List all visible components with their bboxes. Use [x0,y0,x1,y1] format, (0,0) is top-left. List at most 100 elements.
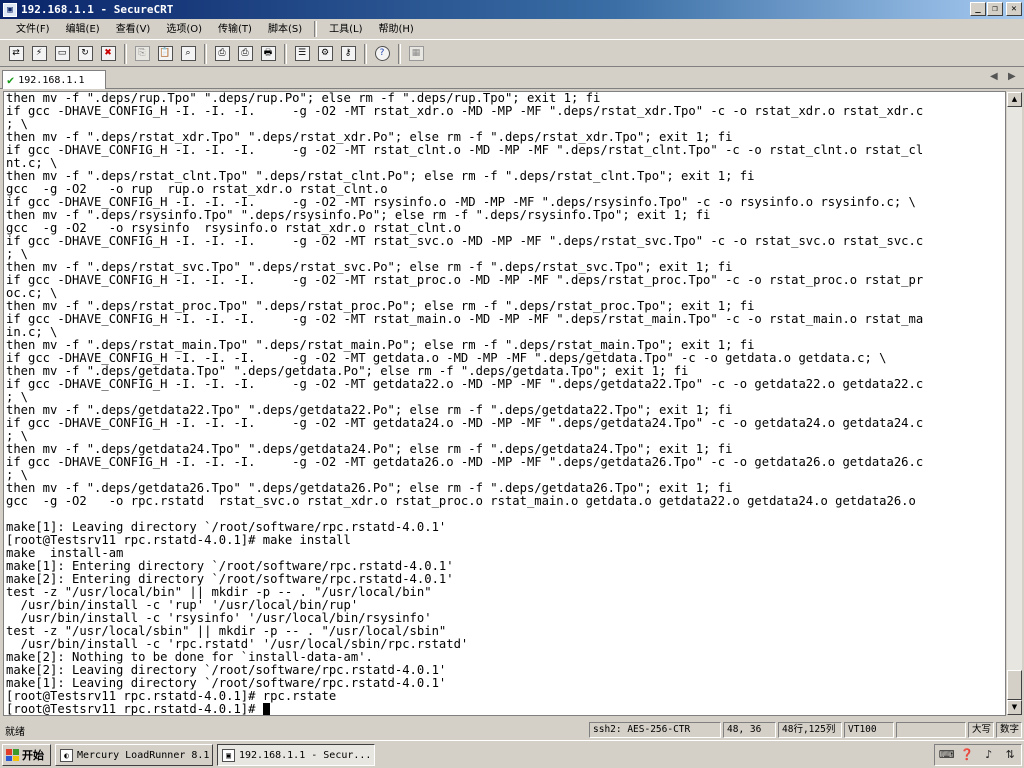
connected-check-icon: ✔ [7,73,15,87]
disconnect-button[interactable]: ✖ [98,44,118,64]
terminal-line: if gcc -DHAVE_CONFIG_H -I. -I. -I. -g -O… [6,105,924,118]
session-options-button[interactable]: ☰ [292,44,312,64]
terminal-line: then mv -f ".deps/getdata26.Tpo" ".deps/… [6,482,733,495]
quick-connect-icon: ⚡ [31,46,47,61]
keyboard-icon[interactable]: ⌨ [939,748,955,762]
terminal-line: /usr/bin/install -c 'rsysinfo' '/usr/loc… [6,612,432,625]
restore-icon[interactable]: ❐ [987,2,1003,16]
securecrt-app-icon[interactable]: ▣ [3,2,17,17]
terminal-line: [root@Testsrv11 rpc.rstatd-4.0.1]# rpc.r… [6,690,337,703]
scroll-thumb[interactable] [1007,670,1022,700]
print-selection-button[interactable]: ⎙ [235,44,255,64]
terminal-line: if gcc -DHAVE_CONFIG_H -I. -I. -I. -g -O… [6,196,916,209]
close-icon[interactable]: ✕ [1006,2,1022,16]
taskbar-securecrt[interactable]: ▣ 192.168.1.1 - Secur... [217,744,375,766]
terminal-line: gcc -g -O2 -o rpc.rstatd rstat_svc.o rst… [6,495,916,508]
terminal-line: gcc -g -O2 -o rup rup.o rstat_xdr.o rsta… [6,183,388,196]
status-terminal-size: 48行,125列 [778,722,842,738]
tab-prev-icon[interactable]: ◀ [990,71,998,82]
find-button[interactable]: ⌕ [178,44,198,64]
keymap-button[interactable]: ⚷ [338,44,358,64]
quick-connect-button[interactable]: ⚡ [29,44,49,64]
terminal-line: make[2]: Nothing to be done for `install… [6,651,373,664]
print-button[interactable]: 🖶 [258,44,278,64]
terminal-line: ; \ [6,248,29,261]
terminal-line: if gcc -DHAVE_CONFIG_H -I. -I. -I. -g -O… [6,378,924,391]
terminal-line: [root@Testsrv11 rpc.rstatd-4.0.1]# [6,703,1005,715]
terminal-line: make[2]: Leaving directory `/root/softwa… [6,664,447,677]
terminal-line: ; \ [6,118,29,131]
binoculars-icon: ⌕ [180,46,196,61]
session-tab-strip: ✔ 192.168.1.1 ◀ ▶ [0,68,1024,89]
printer-icon: 🖶 [260,46,276,61]
toolbar-separator [204,43,207,64]
menu-help[interactable]: 帮助(H) [370,21,421,38]
connect-button[interactable]: ⇄ [6,44,26,64]
tab-session[interactable]: ✔ 192.168.1.1 [2,70,106,89]
copy-button[interactable]: ⎘ [132,44,152,64]
copy-icon: ⎘ [134,46,150,61]
loadrunner-icon: ◐ [60,748,73,762]
menu-transfer[interactable]: 传输(T) [210,21,260,38]
global-options-button[interactable]: ⚙ [315,44,335,64]
system-tray: ⌨ ❓ ♪ ⇅ [934,744,1022,766]
network-icon[interactable]: ⇅ [1003,748,1017,762]
reconnect-icon: ↻ [77,46,93,61]
terminal-line: nt.c; \ [6,157,58,170]
terminal-line: then mv -f ".deps/rstat_clnt.Tpo" ".deps… [6,170,755,183]
terminal-line: then mv -f ".deps/getdata24.Tpo" ".deps/… [6,443,733,456]
key-icon: ⚷ [340,46,356,61]
toolbar-separator [124,43,127,64]
tab-next-icon[interactable]: ▶ [1008,71,1016,82]
status-num-lock: 数字 [996,722,1022,738]
scroll-up-icon[interactable]: ▲ [1007,92,1022,107]
terminal-line: oc.c; \ [6,287,58,300]
terminal-output[interactable]: then mv -f ".deps/rup.Tpo" ".deps/rup.Po… [3,91,1006,716]
status-ready: 就绪 [5,727,25,738]
tab-icon: ▭ [54,46,70,61]
terminal-line: ; \ [6,430,29,443]
terminal-line: make[2]: Entering directory `/root/softw… [6,573,454,586]
menu-options[interactable]: 选项(O) [158,21,210,38]
title-bar[interactable]: ▣ 192.168.1.1 - SecureCRT _ ❐ ✕ [0,0,1024,19]
help-tray-icon[interactable]: ❓ [960,748,974,762]
help-button[interactable]: ? [372,44,392,64]
sound-icon[interactable]: ♪ [982,748,996,762]
print-screen-button[interactable]: ⎙ [212,44,232,64]
taskbar-loadrunner[interactable]: ◐ Mercury LoadRunner 8.1 [55,744,213,766]
minimize-icon[interactable]: _ [970,2,986,16]
windows-flag-icon [6,749,19,761]
terminal-line: if gcc -DHAVE_CONFIG_H -I. -I. -I. -g -O… [6,417,924,430]
status-bar: 就绪 ssh2: AES-256-CTR 48, 36 48行,125列 VT1… [0,720,1024,740]
terminal-line: [root@Testsrv11 rpc.rstatd-4.0.1]# make … [6,534,351,547]
scroll-down-icon[interactable]: ▼ [1007,700,1022,715]
menu-tools[interactable]: 工具(L) [321,21,370,38]
keypad-button[interactable]: ▦ [406,44,426,64]
status-cipher: ssh2: AES-256-CTR [589,722,721,738]
menu-file[interactable]: 文件(F) [8,21,58,38]
reconnect-button[interactable]: ↻ [75,44,95,64]
terminal-line: if gcc -DHAVE_CONFIG_H -I. -I. -I. -g -O… [6,313,924,326]
terminal-line: then mv -f ".deps/rstat_proc.Tpo" ".deps… [6,300,755,313]
terminal-line: test -z "/usr/local/bin" || mkdir -p -- … [6,586,432,599]
menu-bar: 文件(F) 编辑(E) 查看(V) 选项(O) 传输(T) 脚本(S) 工具(L… [0,19,1024,40]
terminal-line: if gcc -DHAVE_CONFIG_H -I. -I. -I. -g -O… [6,144,924,157]
menu-script[interactable]: 脚本(S) [260,21,310,38]
connect-icon: ⇄ [8,46,24,61]
start-button[interactable]: 开始 [2,744,51,766]
menu-edit[interactable]: 编辑(E) [58,21,108,38]
paste-button[interactable]: 📋 [155,44,175,64]
terminal-cursor [262,703,270,715]
help-icon: ? [374,46,390,61]
terminal-scrollbar[interactable]: ▲ ▼ [1006,91,1023,716]
status-terminal-type: VT100 [844,722,894,738]
terminal-line: gcc -g -O2 -o rsysinfo rsysinfo.o rstat_… [6,222,461,235]
tab-label: 192.168.1.1 [18,74,85,86]
status-cursor-position: 48, 36 [723,722,776,738]
menu-view[interactable]: 查看(V) [108,21,159,38]
connect-in-tab-button[interactable]: ▭ [52,44,72,64]
wrench-icon: ⚙ [317,46,333,61]
terminal-line: /usr/bin/install -c 'rup' '/usr/local/bi… [6,599,359,612]
print-icon: ⎙ [214,46,230,61]
